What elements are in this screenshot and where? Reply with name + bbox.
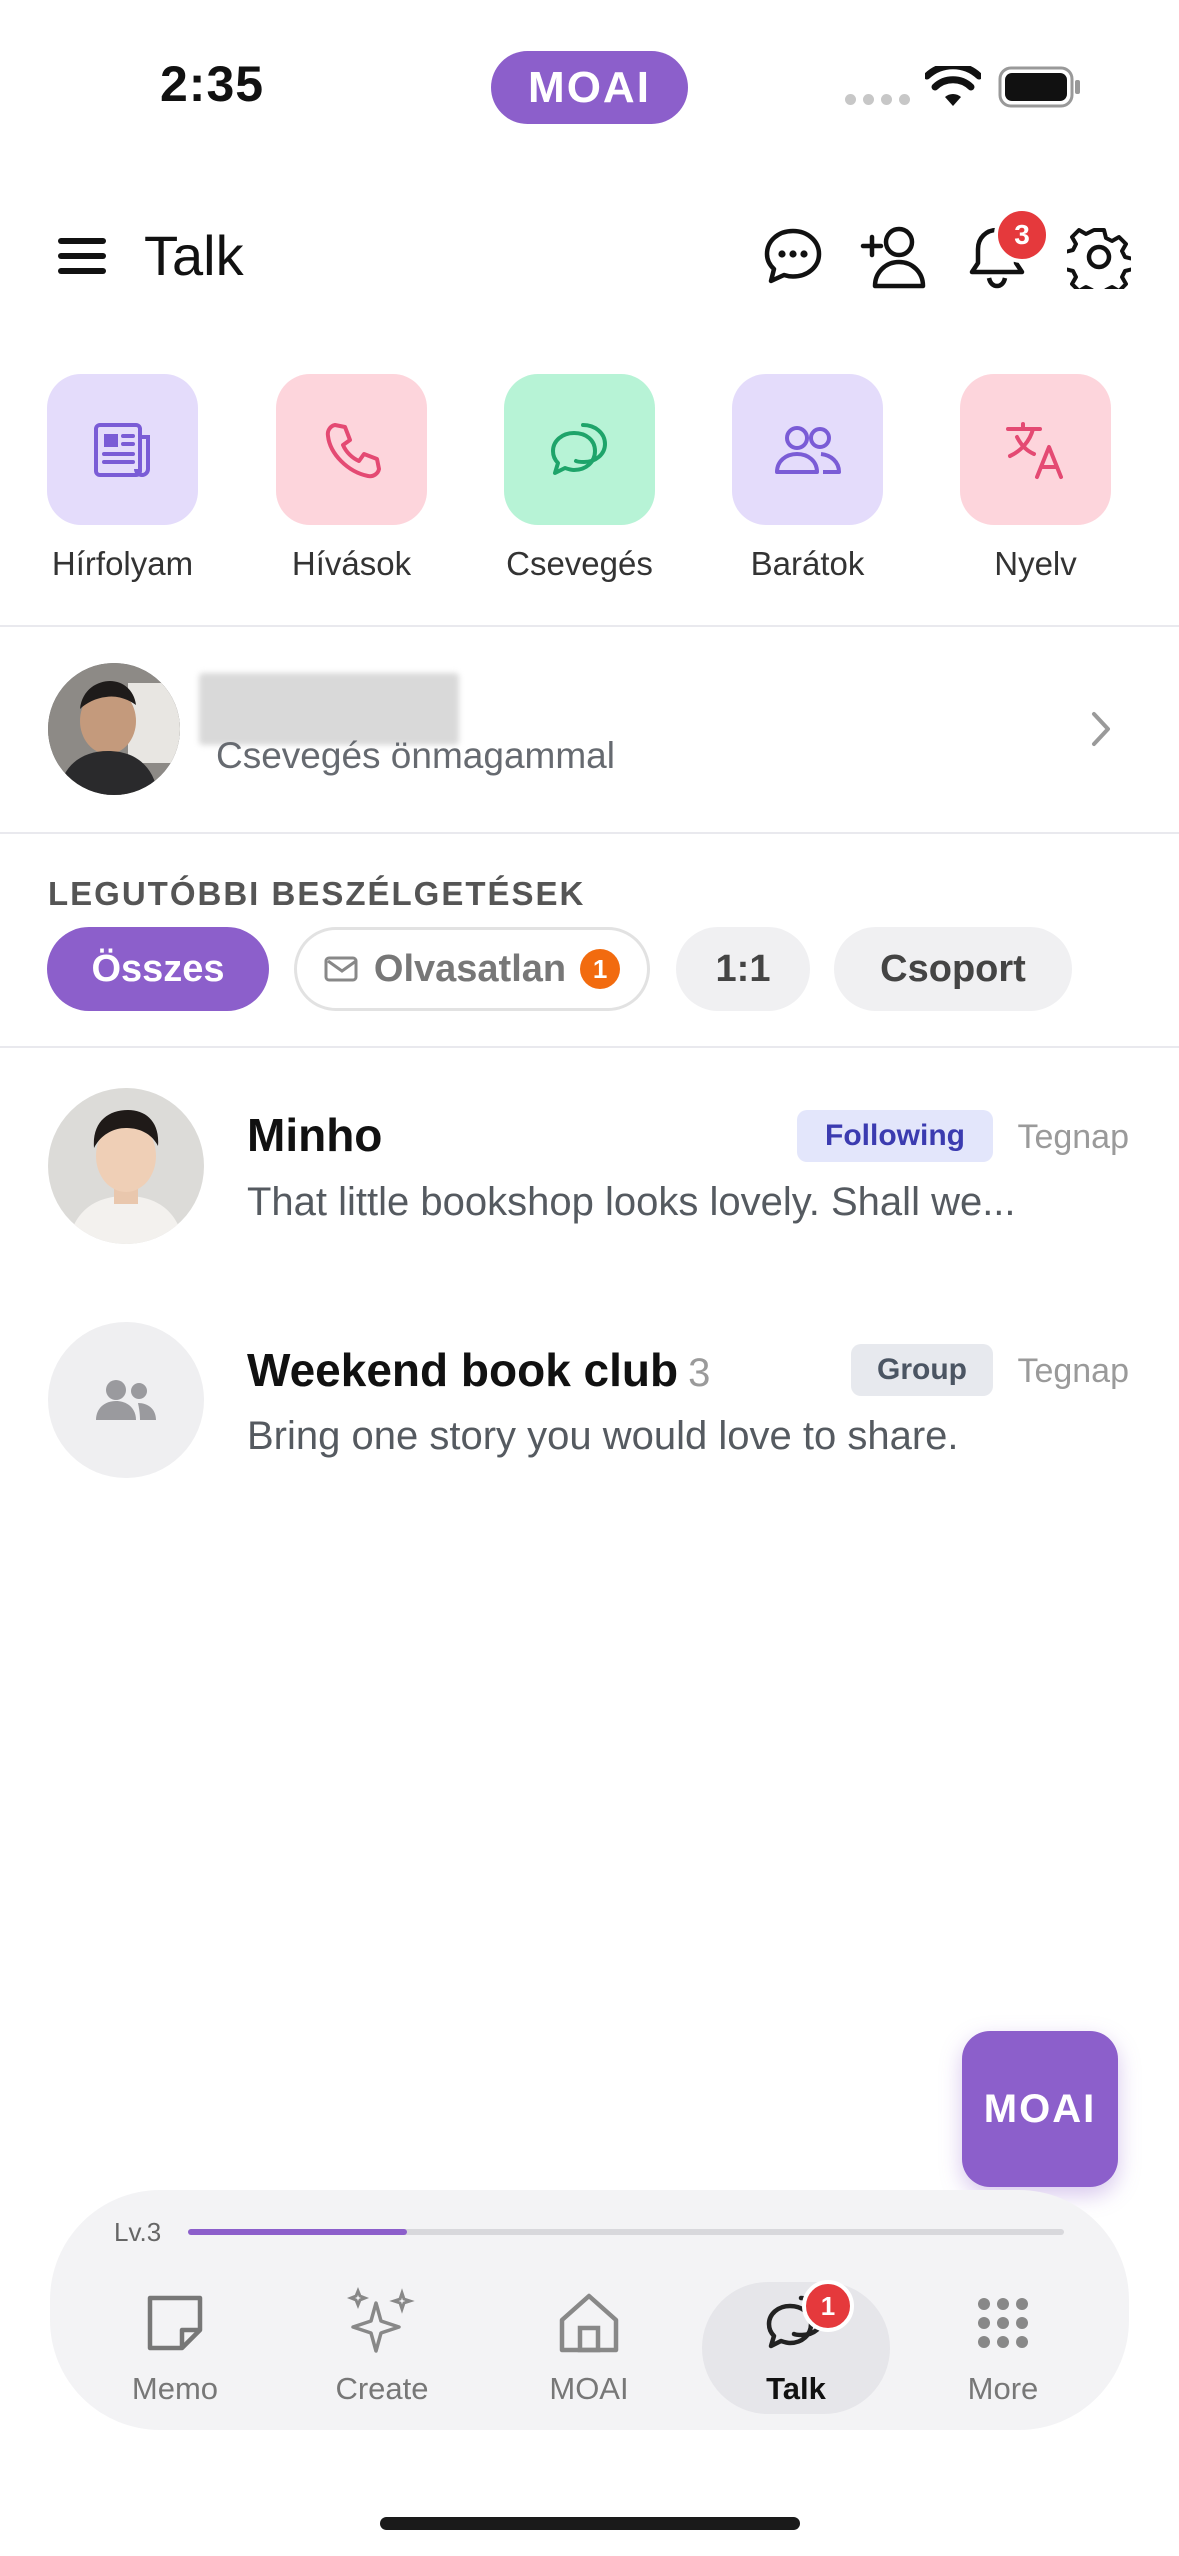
filter-unread[interactable]: Olvasatlan 1	[294, 927, 650, 1011]
home-indicator	[380, 2517, 800, 2530]
signal-icon	[845, 94, 910, 105]
group-tag: Group	[851, 1344, 993, 1396]
language-tile	[960, 374, 1111, 525]
quick-action-language[interactable]: Nyelv	[960, 374, 1111, 583]
sparkles-icon	[346, 2286, 415, 2353]
friends-icon	[774, 425, 841, 474]
nav-moai[interactable]: MOAI	[494, 2283, 684, 2411]
avatar	[48, 1088, 204, 1244]
nav-create[interactable]: Create	[287, 2283, 477, 2411]
group-avatar	[48, 1322, 204, 1478]
divider	[0, 625, 1179, 627]
nav-more[interactable]: More	[908, 2283, 1098, 2411]
nav-memo[interactable]: Memo	[80, 2283, 270, 2411]
settings-button[interactable]	[1062, 220, 1136, 294]
filter-all[interactable]: Összes	[47, 927, 269, 1011]
calls-tile	[276, 374, 427, 525]
conversation-name: Minho	[247, 1108, 382, 1162]
filter-one-to-one[interactable]: 1:1	[676, 927, 810, 1011]
filter-group[interactable]: Csoport	[834, 927, 1072, 1011]
quick-action-label: Nyelv	[994, 545, 1077, 582]
filter-unread-label: Olvasatlan	[373, 947, 567, 990]
quick-action-feed[interactable]: Hírfolyam	[47, 374, 198, 583]
conversation-time: Tegnap	[1017, 1352, 1129, 1390]
moai-fab-button[interactable]: MOAI	[962, 2031, 1118, 2187]
phone-icon	[325, 422, 381, 478]
notifications-badge: 3	[994, 207, 1050, 263]
section-title: LEGUTÓBBI BESZÉLGETÉSEK	[48, 875, 586, 912]
gear-icon	[1067, 228, 1131, 289]
quick-action-chat[interactable]: Csevegés	[504, 374, 655, 583]
nav-label: Talk	[766, 2371, 826, 2406]
status-time: 2:35	[160, 56, 265, 112]
level-label: Lv.3	[114, 2217, 162, 2247]
menu-button[interactable]	[50, 230, 114, 282]
home-icon	[559, 2293, 619, 2353]
messages-button[interactable]	[758, 222, 828, 292]
talk-badge: 1	[802, 2280, 854, 2332]
following-tag: Following	[797, 1110, 993, 1162]
grid-dots-icon	[978, 2298, 1028, 2348]
envelope-icon	[324, 956, 358, 982]
conversation-name: Weekend book club 3	[247, 1343, 710, 1397]
brand-pill: MOAI	[491, 51, 688, 124]
translate-icon	[1005, 421, 1063, 479]
conversation-preview: Bring one story you would love to share.	[247, 1414, 959, 1458]
memo-icon	[147, 2295, 203, 2351]
nav-label: MOAI	[549, 2371, 629, 2406]
feed-tile	[47, 374, 198, 525]
newspaper-icon	[93, 422, 150, 477]
level-progress-fill	[188, 2229, 407, 2235]
group-icon	[96, 1380, 156, 1420]
conversation-name-text: Minho	[247, 1109, 383, 1161]
quick-action-friends[interactable]: Barátok	[732, 374, 883, 583]
nav-label: More	[967, 2371, 1039, 2406]
nav-label: Memo	[131, 2371, 219, 2406]
unread-count-badge: 1	[580, 949, 621, 989]
self-chat-subtitle: Csevegés önmagammal	[216, 735, 615, 776]
page-title: Talk	[144, 224, 244, 287]
quick-action-calls[interactable]: Hívások	[276, 374, 427, 583]
chevron-right-icon	[1092, 712, 1110, 746]
nav-label: Create	[335, 2371, 429, 2406]
divider	[0, 1046, 1179, 1048]
quick-action-label: Csevegés	[506, 545, 653, 582]
add-user-icon	[860, 226, 926, 289]
quick-action-label: Hírfolyam	[51, 545, 194, 582]
battery-icon	[998, 66, 1080, 108]
conversation-time: Tegnap	[1017, 1118, 1129, 1156]
member-count: 3	[688, 1351, 711, 1395]
avatar	[48, 663, 180, 795]
quick-action-label: Hívások	[291, 545, 412, 582]
conversation-name-text: Weekend book club	[247, 1344, 679, 1396]
chat-bubble-icon	[550, 422, 607, 475]
conversation-preview: That little bookshop looks lovely. Shall…	[247, 1180, 1016, 1224]
divider	[0, 832, 1179, 834]
quick-action-label: Barátok	[750, 545, 865, 582]
chat-dots-icon	[764, 228, 822, 284]
add-friend-button[interactable]	[858, 220, 932, 294]
wifi-icon	[925, 66, 981, 106]
nav-talk[interactable]: Talk	[701, 2283, 891, 2411]
chat-tile	[504, 374, 655, 525]
friends-tile	[732, 374, 883, 525]
hamburger-icon	[58, 238, 106, 274]
